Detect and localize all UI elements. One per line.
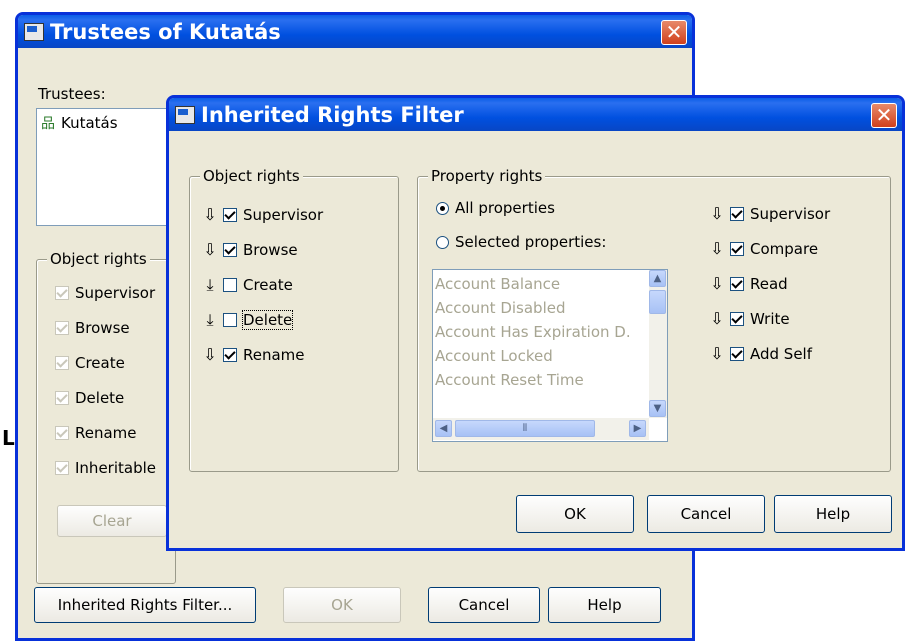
blocked-arrow-icon: ⤓ [206,310,214,329]
radio-icon [436,201,449,215]
inherit-arrow-icon: ⇩ [710,309,724,328]
cancel-button[interactable]: Cancel [647,495,765,533]
list-item[interactable]: Account Balance [433,272,649,296]
checkbox-icon [223,278,237,292]
group-icon: 品 [41,116,55,132]
background-text-l: L [2,426,15,450]
property-right-supervisor[interactable]: ⇩ Supervisor [710,204,830,223]
window-title: Trustees of Kutatás [50,19,281,44]
irf-dialog: Inherited Rights Filter ✕ Object rights … [166,95,905,551]
outer-right-browse[interactable]: Browse [55,319,130,337]
all-properties-radio[interactable]: All properties [436,199,555,217]
property-rights-group: Property rights All properties Selected … [417,167,891,472]
trustees-label: Trustees: [38,85,106,103]
checkbox-icon [730,241,744,256]
checkbox-icon [55,461,69,475]
help-button[interactable]: Help [774,495,892,533]
close-button[interactable]: ✕ [661,20,687,45]
list-item[interactable]: Account Reset Time [433,368,649,392]
inherited-rights-filter-button[interactable]: Inherited Rights Filter... [34,587,256,623]
inherit-arrow-icon: ⇩ [710,204,724,223]
window-icon [24,22,44,41]
checkbox-icon [55,391,69,405]
object-rights-group: Object rights ⇩ Supervisor ⇩ Browse ⤓ Creat… [189,167,399,472]
property-right-add-self[interactable]: ⇩ Add Self [710,344,812,363]
inherit-arrow-icon: ⇩ [203,345,217,364]
group-label: Object rights [47,250,150,268]
property-right-compare[interactable]: ⇩ Compare [710,239,818,258]
checkbox-icon [730,311,744,326]
object-right-supervisor[interactable]: ⇩ Supervisor [203,205,323,224]
scroll-up-icon[interactable]: ▲ [649,270,666,287]
trustees-titlebar[interactable]: Trustees of Kutatás ✕ [18,15,692,48]
scroll-right-icon[interactable]: ▶ [629,420,646,437]
group-label: Property rights [428,167,546,185]
outer-right-supervisor[interactable]: Supervisor [55,284,155,302]
property-right-read[interactable]: ⇩ Read [710,274,787,293]
checkbox-icon [223,207,237,222]
object-right-browse[interactable]: ⇩ Browse [203,240,297,259]
dialog-title: Inherited Rights Filter [201,102,464,127]
checkbox-icon [55,426,69,440]
radio-icon [436,235,449,249]
outer-help-button[interactable]: Help [548,587,661,623]
clear-button[interactable]: Clear [57,505,167,537]
scroll-left-icon[interactable]: ◀ [435,420,452,437]
trustee-item[interactable]: 品 Kutatás [41,113,118,133]
property-right-write[interactable]: ⇩ Write [710,309,789,328]
object-right-rename[interactable]: ⇩ Rename [203,345,304,364]
checkbox-icon [55,356,69,370]
checkbox-icon [55,286,69,300]
checkbox-icon [730,206,744,221]
checkbox-icon [223,313,237,327]
inherit-arrow-icon: ⇩ [710,239,724,258]
inherit-arrow-icon: ⇩ [710,344,724,363]
checkbox-icon [55,321,69,335]
scroll-thumb[interactable] [649,290,666,314]
object-right-delete[interactable]: ⤓ Delete [203,310,294,330]
checkbox-icon [730,346,744,361]
list-item[interactable]: Account Locked [433,344,649,368]
vertical-scrollbar[interactable]: ▲ ▼ [649,270,667,418]
outer-right-delete[interactable]: Delete [55,389,124,407]
outer-object-rights-group: Object rights Supervisor Browse Create D… [36,250,176,584]
outer-ok-button[interactable]: OK [283,587,401,623]
checkbox-icon [223,347,237,362]
outer-cancel-button[interactable]: Cancel [428,587,540,623]
close-button[interactable]: ✕ [871,103,897,128]
group-label: Object rights [200,167,303,185]
list-item[interactable]: Account Has Expiration D. [433,320,649,344]
checkbox-icon [223,242,237,257]
outer-right-rename[interactable]: Rename [55,424,137,442]
scroll-thumb[interactable]: ⦀ [455,420,595,437]
list-item[interactable]: Account Disabled [433,296,649,320]
window-icon [175,105,195,124]
horizontal-scrollbar[interactable]: ◀ ⦀ ▶ [433,418,649,440]
inherit-arrow-icon: ⇩ [203,240,217,259]
ok-button[interactable]: OK [516,495,634,533]
blocked-arrow-icon: ⤓ [206,275,214,294]
checkbox-icon [730,276,744,291]
outer-right-inheritable[interactable]: Inheritable [55,459,156,477]
scroll-down-icon[interactable]: ▼ [649,400,666,417]
selected-properties-radio[interactable]: Selected properties: [436,233,606,251]
irf-titlebar[interactable]: Inherited Rights Filter ✕ [169,98,902,131]
inherit-arrow-icon: ⇩ [710,274,724,293]
object-right-create[interactable]: ⤓ Create [203,275,292,295]
outer-right-create[interactable]: Create [55,354,125,372]
properties-list[interactable]: Account Balance Account Disabled Account… [432,269,668,442]
inherit-arrow-icon: ⇩ [203,205,217,224]
